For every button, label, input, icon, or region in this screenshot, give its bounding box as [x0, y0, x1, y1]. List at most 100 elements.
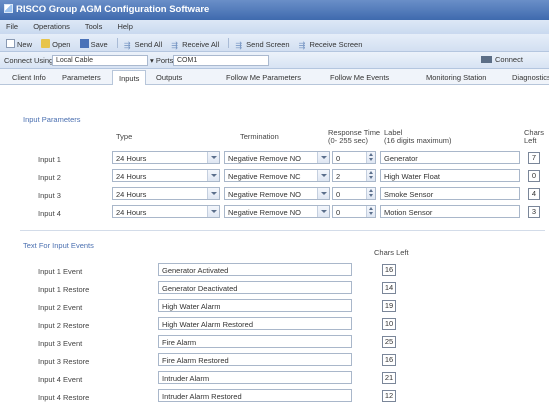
spinner-arrows-icon[interactable]: [366, 170, 375, 181]
input-4-type-select[interactable]: 24 Hours: [112, 205, 220, 218]
input-1-termination-select[interactable]: Negative Remove NO: [224, 151, 330, 164]
input-4-termination-select[interactable]: Negative Remove NO: [224, 205, 330, 218]
input-4-restore-label: Input 4 Restore: [38, 393, 90, 402]
menu-file[interactable]: File: [6, 22, 18, 31]
input-4-label-field[interactable]: Motion Sensor: [380, 205, 520, 218]
send-arrow-icon: ⇶: [235, 41, 243, 50]
input-1-restore-label: Input 1 Restore: [38, 285, 90, 294]
receive-all-button[interactable]: ⇶ Receive All: [171, 40, 219, 50]
section-divider: [20, 230, 545, 231]
receive-arrow-icon: ⇶: [298, 41, 306, 50]
input-1-chars-left: 7: [528, 152, 540, 164]
connect-using-select[interactable]: Local Cable: [52, 55, 148, 66]
input-1-restore-field[interactable]: Generator Deactivated: [158, 281, 352, 294]
tab-strip: Client Info Parameters Inputs Outputs Fo…: [0, 69, 549, 85]
spinner-arrows-icon[interactable]: [366, 188, 375, 199]
tab-diagnostics[interactable]: Diagnostics: [512, 73, 549, 82]
input-3-restore-label: Input 3 Restore: [38, 357, 90, 366]
spinner-arrows-icon[interactable]: [366, 152, 375, 163]
input-4-event-chars-left: 21: [382, 372, 396, 384]
input-2-event-field[interactable]: High Water Alarm: [158, 299, 352, 312]
ports-select[interactable]: COM1: [173, 55, 269, 66]
menu-operations[interactable]: Operations: [33, 22, 70, 31]
input-4-restore-field[interactable]: Intruder Alarm Restored: [158, 389, 352, 402]
input-2-label-field[interactable]: High Water Float: [380, 169, 520, 182]
receive-arrow-icon: ⇶: [171, 41, 178, 50]
new-button[interactable]: New: [6, 39, 32, 49]
input-1-type-select[interactable]: 24 Hours: [112, 151, 220, 164]
input-2-restore-chars-left: 10: [382, 318, 396, 330]
label-header: Label (16 digits maximum): [384, 128, 452, 145]
save-button[interactable]: Save: [79, 39, 108, 49]
input-3-restore-chars-left: 16: [382, 354, 396, 366]
termination-header: Termination: [240, 132, 279, 141]
input-4-chars-left: 3: [528, 206, 540, 218]
connect-using-label: Connect Using: [4, 56, 54, 65]
receive-screen-button[interactable]: ⇶ Receive Screen: [299, 40, 363, 50]
toolbar-separator: [116, 38, 118, 48]
title-bar: RISCO Group AGM Configuration Software: [0, 0, 549, 20]
tab-follow-me-parameters[interactable]: Follow Me Parameters: [226, 73, 301, 82]
inputs-panel: Input Parameters Type Termination Respon…: [14, 95, 549, 420]
chevron-down-icon: [207, 152, 219, 163]
input-2-response-spinner[interactable]: 2: [332, 169, 376, 182]
input-4-event-field[interactable]: Intruder Alarm: [158, 371, 352, 384]
input-3-event-field[interactable]: Fire Alarm: [158, 335, 352, 348]
send-all-button[interactable]: ⇶ Send All: [124, 40, 162, 50]
response-time-header: Response Time (0- 255 sec): [328, 128, 381, 145]
input-3-termination-select[interactable]: Negative Remove NO: [224, 187, 330, 200]
input-3-event-label: Input 3 Event: [38, 339, 83, 348]
input-1-response-spinner[interactable]: 0: [332, 151, 376, 164]
type-header: Type: [116, 132, 133, 141]
input-1-label-field[interactable]: Generator: [380, 151, 520, 164]
connection-bar: Connect Using Local Cable ▾ Ports COM1 C…: [0, 52, 549, 69]
chevron-down-icon: [317, 170, 329, 181]
tab-monitoring-station[interactable]: Monitoring Station: [426, 73, 486, 82]
input-2-event-chars-left: 19: [382, 300, 396, 312]
input-2-label: Input 2: [38, 173, 61, 182]
input-3-restore-field[interactable]: Fire Alarm Restored: [158, 353, 352, 366]
tab-follow-me-events[interactable]: Follow Me Events: [330, 73, 389, 82]
send-screen-button[interactable]: ⇶ Send Screen: [235, 40, 289, 50]
tab-inputs[interactable]: Inputs: [112, 70, 147, 85]
toolbar: New Open Save ⇶ Send All ⇶ Receive All ⇶…: [0, 34, 549, 52]
connect-icon: [481, 56, 492, 63]
input-1-label: Input 1: [38, 155, 61, 164]
app-icon: [4, 4, 13, 13]
input-3-type-select[interactable]: 24 Hours: [112, 187, 220, 200]
input-parameters-title: Input Parameters: [23, 115, 81, 124]
open-button[interactable]: Open: [41, 39, 70, 49]
input-events-title: Text For Input Events: [23, 241, 94, 250]
connect-button[interactable]: Connect: [481, 55, 523, 64]
chevron-down-icon: [207, 188, 219, 199]
menu-tools[interactable]: Tools: [85, 22, 103, 31]
input-2-restore-field[interactable]: High Water Alarm Restored: [158, 317, 352, 330]
save-icon: [79, 39, 89, 48]
input-3-event-chars-left: 25: [382, 336, 396, 348]
events-chars-left-header: Chars Left: [374, 248, 409, 257]
folder-icon: [41, 39, 51, 48]
toolbar-separator: [228, 38, 230, 48]
tab-parameters[interactable]: Parameters: [62, 73, 101, 82]
tab-outputs[interactable]: Outputs: [156, 73, 182, 82]
input-2-restore-label: Input 2 Restore: [38, 321, 90, 330]
chevron-down-icon: [317, 152, 329, 163]
spinner-arrows-icon[interactable]: [366, 206, 375, 217]
ports-label: ▾ Ports: [150, 56, 174, 65]
menu-help[interactable]: Help: [117, 22, 132, 31]
chevron-down-icon: [317, 206, 329, 217]
chars-left-header: Chars Left: [524, 128, 545, 145]
input-3-chars-left: 4: [528, 188, 540, 200]
chevron-down-icon: [207, 206, 219, 217]
window-title: RISCO Group AGM Configuration Software: [16, 4, 210, 15]
input-1-event-field[interactable]: Generator Activated: [158, 263, 352, 276]
tab-client-info[interactable]: Client Info: [12, 73, 46, 82]
input-1-event-label: Input 1 Event: [38, 267, 83, 276]
input-2-termination-select[interactable]: Negative Remove NC: [224, 169, 330, 182]
input-2-type-select[interactable]: 24 Hours: [112, 169, 220, 182]
input-3-response-spinner[interactable]: 0: [332, 187, 376, 200]
chevron-down-icon: [317, 188, 329, 199]
input-3-label-field[interactable]: Smoke Sensor: [380, 187, 520, 200]
input-4-response-spinner[interactable]: 0: [332, 205, 376, 218]
menu-bar: File Operations Tools Help: [0, 20, 549, 34]
